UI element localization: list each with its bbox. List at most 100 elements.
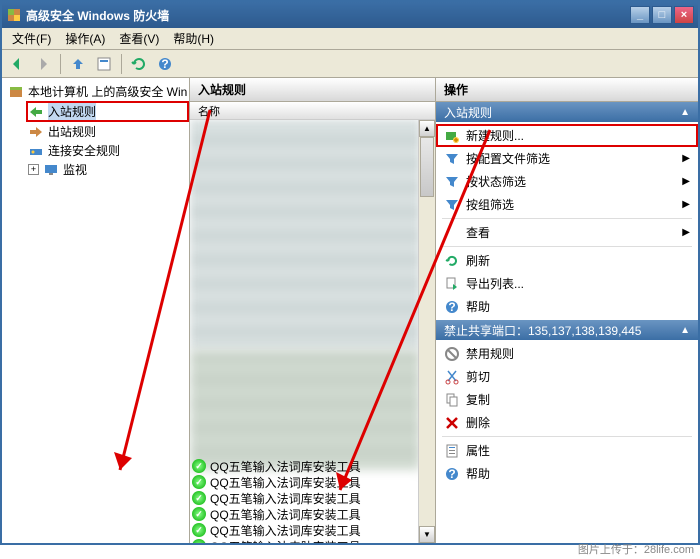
action-disable-rule[interactable]: 禁用规则 <box>436 342 698 365</box>
rules-list: ✓QQ五笔输入法词库安装工具✓QQ五笔输入法词库安装工具✓QQ五笔输入法词库安装… <box>190 458 435 543</box>
actions-list-2: 禁用规则 剪切 复制 删除 属性 <box>436 340 698 487</box>
list-header: 入站规则 <box>190 78 435 102</box>
window-buttons: _ □ × <box>630 6 694 24</box>
menu-help[interactable]: 帮助(H) <box>167 28 220 49</box>
vertical-scrollbar[interactable]: ▲ ▼ <box>418 120 435 543</box>
action-label: 剪切 <box>466 368 490 385</box>
actions-list-1: 新建规则... 按配置文件筛选 ▶ 按状态筛选 ▶ 按组筛选 ▶ <box>436 122 698 320</box>
body: 本地计算机 上的高级安全 Win 入站规则 出站规则 连接安全规则 <box>2 78 698 543</box>
action-help[interactable]: ? 帮助 <box>436 295 698 318</box>
app-icon <box>6 7 22 23</box>
action-copy[interactable]: 复制 <box>436 388 698 411</box>
submenu-arrow-icon: ▶ <box>682 176 690 187</box>
action-label: 删除 <box>466 414 490 431</box>
tree-inbound-rules[interactable]: 入站规则 <box>26 101 189 122</box>
action-label: 禁用规则 <box>466 345 514 362</box>
forward-button[interactable] <box>32 53 54 75</box>
list-body: ✓QQ五笔输入法词库安装工具✓QQ五笔输入法词库安装工具✓QQ五笔输入法词库安装… <box>190 120 435 543</box>
copy-icon <box>444 392 460 408</box>
refresh-icon <box>444 253 460 269</box>
help-icon: ? <box>444 299 460 315</box>
tree-connsec-rules[interactable]: 连接安全规则 <box>26 141 189 160</box>
rule-row[interactable]: ✓QQ五笔输入法词库安装工具 <box>190 474 435 490</box>
scroll-thumb[interactable] <box>420 137 434 197</box>
rule-row[interactable]: ✓ QQ五笔输入法词库安装工具 <box>190 458 435 474</box>
watermark: 图片上传于：28life.com <box>578 541 694 557</box>
filter-icon <box>444 174 460 190</box>
menu-view[interactable]: 查看(V) <box>113 28 165 49</box>
svg-text:?: ? <box>161 57 168 71</box>
action-label: 导出列表... <box>466 275 524 292</box>
action-label: 帮助 <box>466 465 490 482</box>
rule-row[interactable]: ✓QQ五笔输入法词库安装工具 <box>190 490 435 506</box>
help-button[interactable]: ? <box>154 53 176 75</box>
submenu-arrow-icon: ▶ <box>682 227 690 238</box>
tree-monitor-label: 监视 <box>63 161 87 178</box>
help-icon: ? <box>444 466 460 482</box>
tree-outbound-rules[interactable]: 出站规则 <box>26 122 189 141</box>
action-filter-group[interactable]: 按组筛选 ▶ <box>436 193 698 216</box>
toolbar-separator <box>121 54 122 74</box>
maximize-button[interactable]: □ <box>652 6 672 24</box>
menu-file[interactable]: 文件(F) <box>6 28 57 49</box>
actions-section-inbound[interactable]: 入站规则 ▲ <box>436 102 698 122</box>
rule-row[interactable]: ✓ QQ五笔输入法皮肤安装工具 <box>190 538 435 543</box>
action-filter-state[interactable]: 按状态筛选 ▶ <box>436 170 698 193</box>
up-button[interactable] <box>67 53 89 75</box>
menu-action[interactable]: 操作(A) <box>59 28 111 49</box>
actions-section-rule[interactable]: 禁止共享端口：135,137,138,139,445 ▲ <box>436 320 698 340</box>
column-header-name[interactable]: 名称 <box>190 102 435 120</box>
submenu-arrow-icon: ▶ <box>682 153 690 164</box>
action-refresh[interactable]: 刷新 <box>436 249 698 272</box>
rule-name: QQ五笔输入法词库安装工具 <box>210 458 361 474</box>
action-help2[interactable]: ? 帮助 <box>436 462 698 485</box>
back-button[interactable] <box>6 53 28 75</box>
action-label: 按组筛选 <box>466 196 514 213</box>
tree-root-item[interactable]: 本地计算机 上的高级安全 Win <box>6 82 189 101</box>
refresh-button[interactable] <box>128 53 150 75</box>
rule-row[interactable]: ✓QQ五笔输入法词库安装工具 <box>190 506 435 522</box>
action-export[interactable]: 导出列表... <box>436 272 698 295</box>
tree-outbound-label: 出站规则 <box>48 123 96 140</box>
rule-name: QQ五笔输入法皮肤安装工具 <box>210 538 361 543</box>
rule-name: QQ五笔输入法词库安装工具 <box>210 522 361 538</box>
action-cut[interactable]: 剪切 <box>436 365 698 388</box>
collapse-icon: ▲ <box>680 107 690 118</box>
svg-text:?: ? <box>448 300 455 314</box>
blurred-content <box>190 350 420 470</box>
actions-pane: 操作 入站规则 ▲ 新建规则... 按配置文件筛选 ▶ 按状态筛选 ▶ <box>436 78 698 543</box>
section-title: 入站规则 <box>444 104 492 121</box>
action-delete[interactable]: 删除 <box>436 411 698 434</box>
action-label: 查看 <box>466 224 490 241</box>
monitor-icon <box>43 162 59 178</box>
action-new-rule[interactable]: 新建规则... <box>436 124 698 147</box>
tree-pane: 本地计算机 上的高级安全 Win 入站规则 出站规则 连接安全规则 <box>2 78 190 543</box>
enabled-icon: ✓ <box>192 539 206 543</box>
action-label: 按状态筛选 <box>466 173 526 190</box>
export-icon <box>444 276 460 292</box>
titlebar: 高级安全 Windows 防火墙 _ □ × <box>2 2 698 28</box>
expander-icon[interactable]: + <box>28 164 39 175</box>
rule-row[interactable]: ✓QQ五笔输入法词库安装工具 <box>190 522 435 538</box>
action-view[interactable]: 查看 ▶ <box>436 221 698 244</box>
tree-monitor[interactable]: + 监视 <box>26 160 189 179</box>
filter-icon <box>444 197 460 213</box>
scroll-up-button[interactable]: ▲ <box>419 120 435 137</box>
svg-text:?: ? <box>448 467 455 481</box>
disable-icon <box>444 346 460 362</box>
rule-name: QQ五笔输入法词库安装工具 <box>210 490 361 506</box>
action-properties[interactable]: 属性 <box>436 439 698 462</box>
window-title: 高级安全 Windows 防火墙 <box>26 7 630 24</box>
submenu-arrow-icon: ▶ <box>682 199 690 210</box>
firewall-icon <box>8 84 24 100</box>
toolbar-separator <box>60 54 61 74</box>
minimize-button[interactable]: _ <box>630 6 650 24</box>
action-filter-profile[interactable]: 按配置文件筛选 ▶ <box>436 147 698 170</box>
delete-icon <box>444 415 460 431</box>
list-pane: 入站规则 名称 ✓QQ五笔输入法词库安装工具✓QQ五笔输入法词库安装工具✓QQ五… <box>190 78 436 543</box>
enabled-icon: ✓ <box>192 459 206 473</box>
properties-button[interactable] <box>93 53 115 75</box>
close-button[interactable]: × <box>674 6 694 24</box>
blank-icon <box>444 225 460 241</box>
scroll-down-button[interactable]: ▼ <box>419 526 435 543</box>
